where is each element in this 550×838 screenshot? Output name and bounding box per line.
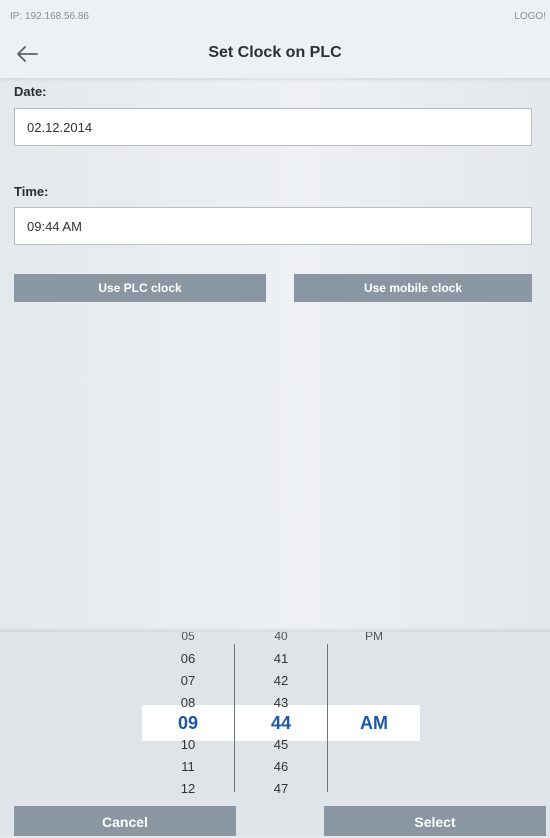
hour-option[interactable]: 08 [148,695,228,711]
minute-option[interactable]: 41 [241,651,321,667]
logo-text: LOGO! [514,11,546,22]
app-screen: IP: 192.168.56.86 LOGO! Set Clock on PLC… [0,0,550,836]
hour-selected[interactable]: 09 [148,712,228,734]
status-bar: IP: 192.168.56.86 LOGO! [0,0,550,30]
picker-divider [234,644,235,792]
minute-option[interactable]: 43 [241,695,321,711]
minute-option[interactable]: 42 [241,673,321,689]
period-partial: PM [365,632,383,642]
hour-option[interactable]: 11 [148,759,228,775]
use-mobile-clock-button[interactable]: Use mobile clock [294,274,532,302]
hour-partial: 05 [181,632,195,642]
picker-divider [327,644,328,792]
hour-option[interactable]: 10 [148,737,228,753]
hour-option[interactable]: 06 [148,651,228,667]
time-field[interactable]: 09:44 AM [14,207,532,245]
ip-address: IP: 192.168.56.86 [10,11,89,22]
header-bar: Set Clock on PLC [0,30,550,78]
minute-option[interactable]: 46 [241,759,321,775]
date-field[interactable]: 02.12.2014 [14,108,532,146]
page-title: Set Clock on PLC [208,44,342,61]
select-button[interactable]: Select [324,806,546,836]
hour-option[interactable]: 12 [148,781,228,797]
minute-selected[interactable]: 44 [241,712,321,734]
minute-option[interactable]: 45 [241,737,321,753]
use-plc-clock-button[interactable]: Use PLC clock [14,274,266,302]
period-selected[interactable]: AM [334,712,414,734]
cancel-button[interactable]: Cancel [14,806,236,836]
minute-partial: 40 [274,632,288,642]
time-label: Time: [14,184,49,199]
minute-option[interactable]: 47 [241,781,321,797]
picker-partial-row: 05 40 PM [0,632,550,642]
date-label: Date: [14,84,47,99]
hour-option[interactable]: 07 [148,673,228,689]
